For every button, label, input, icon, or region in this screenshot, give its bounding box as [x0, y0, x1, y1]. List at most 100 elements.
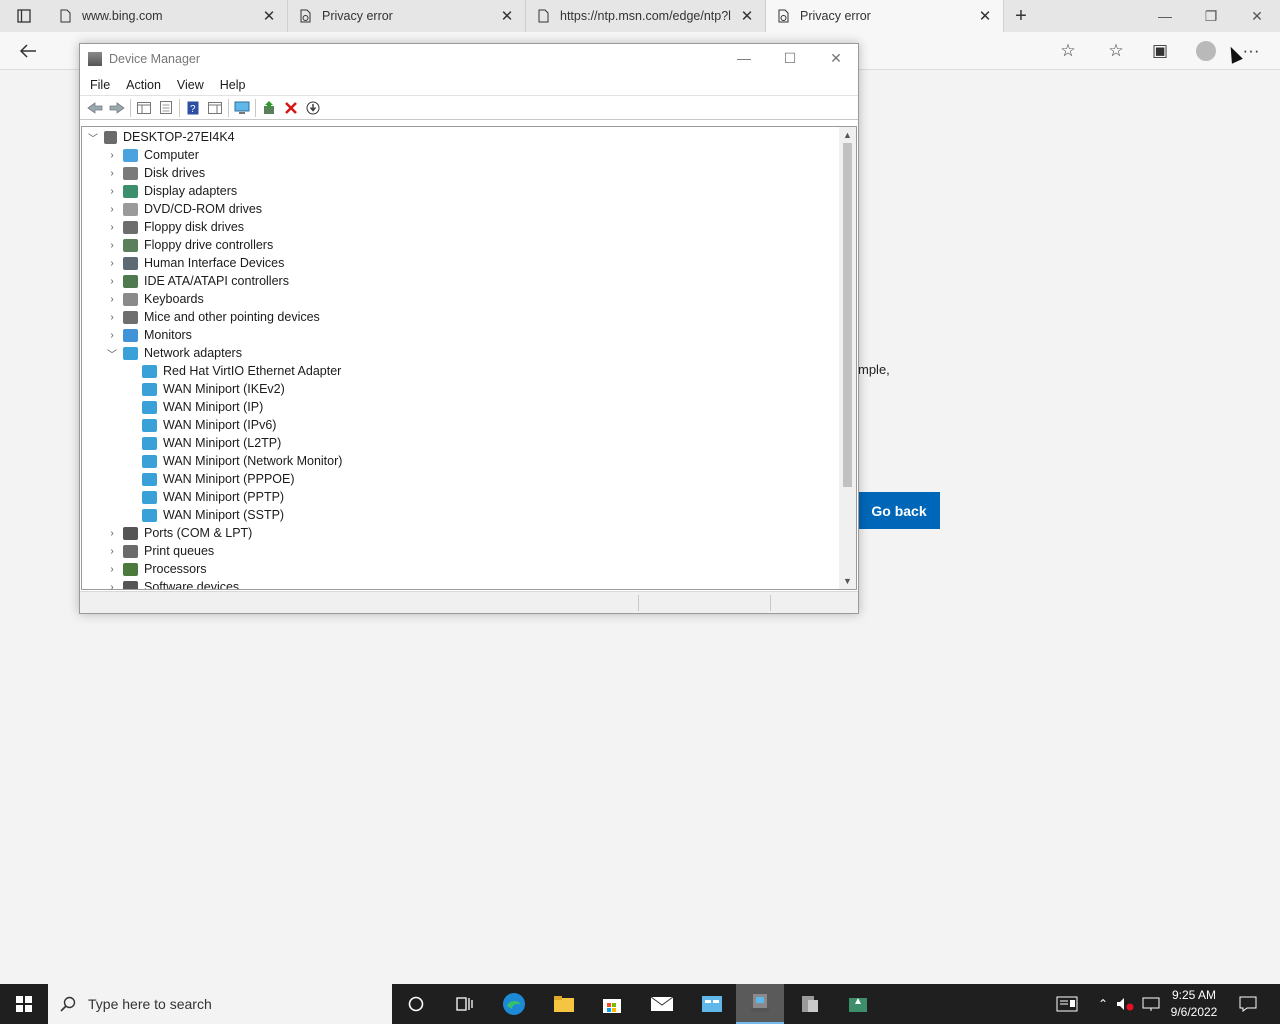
- control-panel-icon[interactable]: [688, 984, 736, 1024]
- chevron-right-icon[interactable]: ›: [105, 240, 119, 251]
- chevron-right-icon[interactable]: ›: [105, 258, 119, 269]
- tree-category[interactable]: › Software devices: [82, 578, 842, 590]
- tree-category[interactable]: › Human Interface Devices: [82, 254, 842, 272]
- tab-privacy-error-1[interactable]: Privacy error ✕: [288, 0, 526, 32]
- file-explorer-icon[interactable]: [540, 984, 588, 1024]
- mail-icon[interactable]: [638, 984, 686, 1024]
- scroll-up-icon[interactable]: ▲: [839, 127, 856, 143]
- close-icon[interactable]: ✕: [499, 7, 515, 25]
- tree-category[interactable]: › Keyboards: [82, 290, 842, 308]
- vertical-scrollbar[interactable]: ▲ ▼: [839, 127, 856, 589]
- tree-category[interactable]: › Floppy drive controllers: [82, 236, 842, 254]
- update-driver-icon[interactable]: [258, 98, 280, 118]
- tree-device[interactable]: WAN Miniport (IKEv2): [82, 380, 842, 398]
- chevron-right-icon[interactable]: ›: [105, 276, 119, 287]
- tree-category[interactable]: › Mice and other pointing devices: [82, 308, 842, 326]
- tree-category[interactable]: › Computer: [82, 146, 842, 164]
- tree-device[interactable]: WAN Miniport (IPv6): [82, 416, 842, 434]
- chevron-right-icon[interactable]: ›: [105, 186, 119, 197]
- device-tree[interactable]: ﹀ DESKTOP-27EI4K4 › Computer › Disk drives ›…: [81, 126, 857, 590]
- close-icon[interactable]: ✕: [261, 7, 277, 25]
- chevron-right-icon[interactable]: ›: [105, 204, 119, 215]
- chevron-right-icon[interactable]: ›: [105, 528, 119, 539]
- minimize-button[interactable]: —: [721, 44, 767, 72]
- tree-category[interactable]: › IDE ATA/ATAPI controllers: [82, 272, 842, 290]
- new-tab-button[interactable]: +: [1004, 5, 1038, 28]
- close-icon[interactable]: ✕: [739, 7, 755, 25]
- system-clock[interactable]: 9:25 AM 9/6/2022: [1160, 987, 1228, 1021]
- browser-restore-button[interactable]: ❐: [1188, 0, 1234, 32]
- browser-minimize-button[interactable]: —: [1142, 0, 1188, 32]
- chevron-right-icon[interactable]: ›: [105, 312, 119, 323]
- close-icon[interactable]: ✕: [977, 7, 993, 25]
- menu-view[interactable]: View: [171, 78, 210, 92]
- tree-device[interactable]: WAN Miniport (SSTP): [82, 506, 842, 524]
- back-icon[interactable]: [84, 98, 106, 118]
- tree-category-network-adapters[interactable]: ﹀ Network adapters: [82, 344, 842, 362]
- tree-device[interactable]: WAN Miniport (IP): [82, 398, 842, 416]
- disable-device-icon[interactable]: [302, 98, 324, 118]
- tree-category[interactable]: › Print queues: [82, 542, 842, 560]
- chevron-down-icon[interactable]: ﹀: [86, 130, 100, 145]
- tree-device[interactable]: WAN Miniport (PPPOE): [82, 470, 842, 488]
- chevron-right-icon[interactable]: ›: [105, 168, 119, 179]
- more-icon[interactable]: ···: [1238, 38, 1264, 64]
- tree-category[interactable]: › Processors: [82, 560, 842, 578]
- scroll-down-icon[interactable]: ▼: [839, 573, 856, 589]
- chevron-right-icon[interactable]: ›: [105, 294, 119, 305]
- show-hide-console-tree-icon[interactable]: [133, 98, 155, 118]
- close-button[interactable]: ✕: [813, 44, 859, 72]
- chevron-right-icon[interactable]: ›: [105, 546, 119, 557]
- chevron-right-icon[interactable]: ›: [105, 222, 119, 233]
- tree-category[interactable]: › Monitors: [82, 326, 842, 344]
- tree-category[interactable]: › Display adapters: [82, 182, 842, 200]
- volume-muted-icon[interactable]: [1114, 984, 1136, 1024]
- menu-file[interactable]: File: [84, 78, 116, 92]
- tree-device[interactable]: WAN Miniport (Network Monitor): [82, 452, 842, 470]
- cortana-icon[interactable]: [392, 984, 440, 1024]
- store-icon[interactable]: [588, 984, 636, 1024]
- edge-icon[interactable]: [490, 984, 538, 1024]
- task-view-icon[interactable]: [440, 984, 488, 1024]
- chevron-right-icon[interactable]: ›: [105, 582, 119, 590]
- taskbar-search-box[interactable]: Type here to search: [48, 984, 392, 1024]
- tab-bing[interactable]: www.bing.com ✕: [48, 0, 288, 32]
- tree-category[interactable]: › DVD/CD-ROM drives: [82, 200, 842, 218]
- start-button[interactable]: [0, 984, 48, 1024]
- menu-help[interactable]: Help: [214, 78, 252, 92]
- tree-category[interactable]: › Ports (COM & LPT): [82, 524, 842, 542]
- tree-device[interactable]: Red Hat VirtIO Ethernet Adapter: [82, 362, 842, 380]
- news-icon[interactable]: [1052, 984, 1082, 1024]
- device-manager-taskbar-icon[interactable]: [736, 984, 784, 1024]
- tree-root[interactable]: ﹀ DESKTOP-27EI4K4: [82, 128, 842, 146]
- back-button[interactable]: [14, 38, 42, 64]
- go-back-button[interactable]: Go back: [858, 492, 940, 529]
- chevron-right-icon[interactable]: ›: [105, 564, 119, 575]
- chevron-up-icon[interactable]: ⌃: [1094, 984, 1112, 1024]
- tree-device[interactable]: WAN Miniport (PPTP): [82, 488, 842, 506]
- chevron-right-icon[interactable]: ›: [105, 330, 119, 341]
- notifications-icon[interactable]: [1234, 984, 1262, 1024]
- server-manager-icon[interactable]: [786, 984, 834, 1024]
- maximize-button[interactable]: ☐: [767, 44, 813, 72]
- tree-category[interactable]: › Disk drives: [82, 164, 842, 182]
- tab-msn[interactable]: https://ntp.msn.com/edge/ntp?l ✕: [526, 0, 766, 32]
- help-icon[interactable]: ?: [182, 98, 204, 118]
- collections-icon[interactable]: ▣: [1147, 38, 1173, 64]
- favorites-icon[interactable]: ☆: [1103, 38, 1129, 64]
- browser-close-button[interactable]: ✕: [1234, 0, 1280, 32]
- properties-sheet-icon[interactable]: [155, 98, 177, 118]
- add-favorite-icon[interactable]: ☆: [1055, 38, 1081, 64]
- network-status-icon[interactable]: [1140, 984, 1162, 1024]
- tab-privacy-error-2[interactable]: Privacy error ✕: [766, 0, 1004, 32]
- forward-icon[interactable]: [106, 98, 128, 118]
- tree-device[interactable]: WAN Miniport (L2TP): [82, 434, 842, 452]
- chevron-down-icon[interactable]: ﹀: [105, 346, 119, 361]
- profile-avatar[interactable]: [1196, 41, 1216, 61]
- menu-action[interactable]: Action: [120, 78, 167, 92]
- tree-category[interactable]: › Floppy disk drives: [82, 218, 842, 236]
- scan-hardware-changes-icon[interactable]: [231, 98, 253, 118]
- tab-actions-button[interactable]: [0, 0, 48, 32]
- action-pane-icon[interactable]: [204, 98, 226, 118]
- uninstall-device-icon[interactable]: [280, 98, 302, 118]
